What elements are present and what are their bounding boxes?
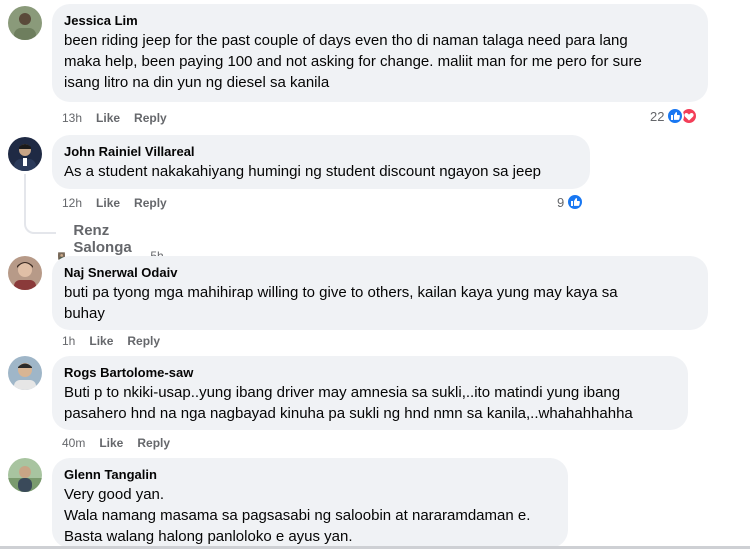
reaction-summary[interactable]: 22 [650,107,699,125]
comment-actions: 1h Like Reply [62,333,160,349]
comment-author[interactable]: John Rainiel Villareal [64,143,578,161]
reply-button[interactable]: Reply [137,435,170,451]
comment-bubble: Jessica Lim been riding jeep for the pas… [52,4,708,102]
comment-text: Buti p to nkiki-usap..yung ibang driver … [64,384,633,422]
comment-time[interactable]: 40m [62,435,85,451]
comment-time[interactable]: 1h [62,333,75,349]
reply-button[interactable]: Reply [134,110,167,126]
comment-actions: 40m Like Reply [62,435,170,451]
like-button[interactable]: Like [99,435,123,451]
comment-actions: 12h Like Reply [62,195,167,211]
avatar[interactable] [8,137,42,171]
comment-bubble: John Rainiel Villareal As a student naka… [52,135,590,189]
comment-time[interactable]: 12h [62,195,82,211]
comment-bubble: Rogs Bartolome-saw Buti p to nkiki-usap.… [52,356,688,430]
comment-actions: 13h Like Reply [62,110,167,126]
like-button[interactable]: Like [96,195,120,211]
like-icon [666,107,685,125]
comment-text: As a student nakakahiyang humingi ng stu… [64,163,541,180]
like-button[interactable]: Like [89,333,113,349]
avatar[interactable] [8,458,42,492]
comment-author[interactable]: Naj Snerwal Odaiv [64,264,696,282]
avatar[interactable] [8,356,42,390]
comment-bubble: Naj Snerwal Odaiv buti pa tyong mga mahi… [52,256,708,330]
comment-bubble: Glenn Tangalin Very good yan. Wala naman… [52,458,568,548]
comment-text: Very good yan. Wala namang masama sa pag… [64,486,531,545]
like-button[interactable]: Like [96,110,120,126]
comment-text: buti pa tyong mga mahihirap willing to g… [64,284,618,322]
comment-time[interactable]: 13h [62,110,82,126]
comment-text: been riding jeep for the past couple of … [64,32,642,91]
reply-button[interactable]: Reply [127,333,160,349]
reaction-count: 9 [557,194,565,210]
reaction-summary[interactable]: 9 [557,193,585,211]
comment-author[interactable]: Rogs Bartolome-saw [64,364,676,382]
comment-author[interactable]: Glenn Tangalin [64,466,556,484]
like-icon [566,193,585,211]
comment-author[interactable]: Jessica Lim [64,12,696,30]
reply-button[interactable]: Reply [134,195,167,211]
reaction-count: 22 [650,108,665,124]
avatar[interactable] [8,256,42,290]
reply-thread-line [24,174,56,234]
avatar[interactable] [8,6,42,40]
